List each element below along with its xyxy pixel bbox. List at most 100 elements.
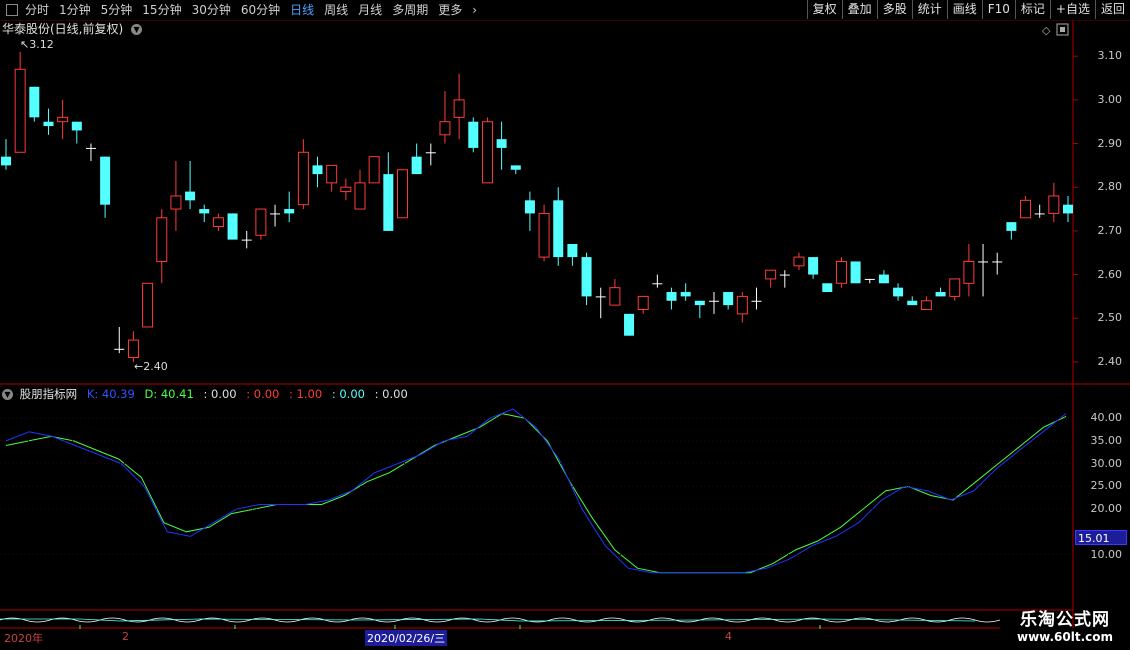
candle-body [1, 156, 11, 166]
candle-body [736, 295, 748, 315]
kd-tick-label: 25.00 [1090, 479, 1123, 493]
window-inner-icon [1060, 27, 1065, 32]
date-label-selected[interactable]: 2020/02/26/三 [365, 630, 448, 646]
kd-tick-label: 30.00 [1090, 456, 1123, 470]
candle-body [241, 239, 252, 241]
candle-body [312, 165, 323, 175]
candle-body [43, 121, 54, 127]
candle-body [850, 261, 861, 284]
candle-body [284, 209, 295, 214]
low-marker: ←2.40 [134, 360, 168, 373]
candle-body [156, 217, 168, 262]
candle-body [142, 282, 154, 328]
candle-body [595, 296, 606, 298]
candle-body [496, 139, 507, 148]
date-axis: 2020年 2 2020/02/26/三 4 [0, 630, 1000, 646]
watermark-url: www.60lt.com [1016, 630, 1114, 644]
candle-body [199, 209, 210, 214]
axis-ticks [0, 55, 1078, 556]
candle-body [793, 256, 805, 267]
candle-body [779, 274, 790, 276]
price-tick-label: 2.90 [1097, 136, 1123, 150]
candle-body [1006, 222, 1017, 231]
candle-body [808, 257, 819, 275]
candle-body [624, 313, 635, 336]
candle-body [439, 121, 451, 136]
candle-body [453, 99, 465, 118]
value-4: : 0.00 [331, 387, 365, 401]
kd-tick-label: 40.00 [1090, 411, 1123, 425]
candle-body [1048, 195, 1060, 214]
candle-body [170, 195, 182, 210]
candle-body [1034, 213, 1045, 215]
candles-group [1, 51, 1073, 362]
candle-body [680, 292, 691, 297]
candle-body [212, 217, 224, 228]
watermark-title: 乐淘公式网 [1020, 610, 1110, 630]
candle-body [567, 243, 578, 258]
candle-body [383, 174, 394, 231]
d-line [5, 413, 1067, 574]
price-tick-label: 2.80 [1097, 180, 1123, 194]
candle-body [765, 269, 777, 280]
live-value-badge: 15.01 [1075, 530, 1127, 545]
candle-body [100, 156, 111, 205]
candle-body [481, 121, 493, 184]
candle-body [368, 156, 380, 184]
candle-body [652, 283, 663, 285]
candle-body [907, 300, 918, 306]
candle-body [723, 292, 734, 306]
price-tick-label: 2.60 [1097, 267, 1123, 281]
k-value: K: 40.39 [86, 387, 135, 401]
candle-body [1063, 204, 1073, 214]
price-tick-label: 2.40 [1097, 354, 1123, 368]
candle-body [751, 300, 762, 302]
candle-body [609, 287, 621, 306]
candle-body [326, 164, 338, 184]
watermark: 乐淘公式网 www.60lt.com [1000, 605, 1130, 644]
candle-body [935, 292, 946, 297]
candle-body [29, 86, 40, 118]
kd-tick-label: 20.00 [1090, 502, 1123, 516]
price-chart[interactable]: ◇ [0, 0, 1130, 650]
kd-lines [5, 408, 1067, 574]
d-value: D: 40.41 [144, 387, 194, 401]
candle-body [524, 200, 535, 214]
candle-body [709, 300, 719, 302]
candle-body [185, 191, 196, 201]
candle-body [396, 169, 408, 219]
candle-body [425, 152, 436, 154]
candle-body [920, 300, 932, 310]
mini-signal-strip [0, 617, 1001, 629]
candle-body [581, 257, 592, 297]
candle-body [255, 208, 267, 236]
price-tick-label: 3.00 [1097, 92, 1123, 106]
candle-body [637, 295, 649, 310]
candle-body [127, 339, 139, 359]
candle-body [57, 116, 69, 123]
candle-body [340, 186, 352, 193]
candle-body [963, 260, 975, 284]
candle-body [1020, 199, 1032, 219]
high-marker: ↖3.12 [20, 38, 54, 51]
date-label: 2 [122, 630, 129, 643]
candle-body [666, 292, 677, 301]
candle-body [114, 348, 125, 350]
value-1: : 0.00 [203, 387, 237, 401]
candle-body [992, 261, 1003, 263]
candle-body [864, 278, 875, 280]
low-marker-value: 2.40 [143, 360, 168, 373]
indicator-title-bar: ▼ 股朋指标网 K: 40.39 D: 40.41 : 0.00 : 0.00 … [2, 387, 414, 401]
candle-body [14, 68, 26, 153]
candle-body [835, 260, 847, 284]
candle-body [553, 200, 564, 258]
diamond-icon[interactable]: ◇ [1042, 24, 1051, 37]
chevron-down-icon[interactable]: ▼ [2, 389, 13, 400]
indicator-name: 股朋指标网 [19, 387, 78, 401]
date-label: 2020年 [4, 632, 43, 645]
high-marker-value: 3.12 [29, 38, 54, 51]
k-line [5, 408, 1067, 574]
candle-body [538, 212, 550, 258]
date-label: 4 [725, 630, 732, 643]
candle-body [878, 274, 889, 284]
